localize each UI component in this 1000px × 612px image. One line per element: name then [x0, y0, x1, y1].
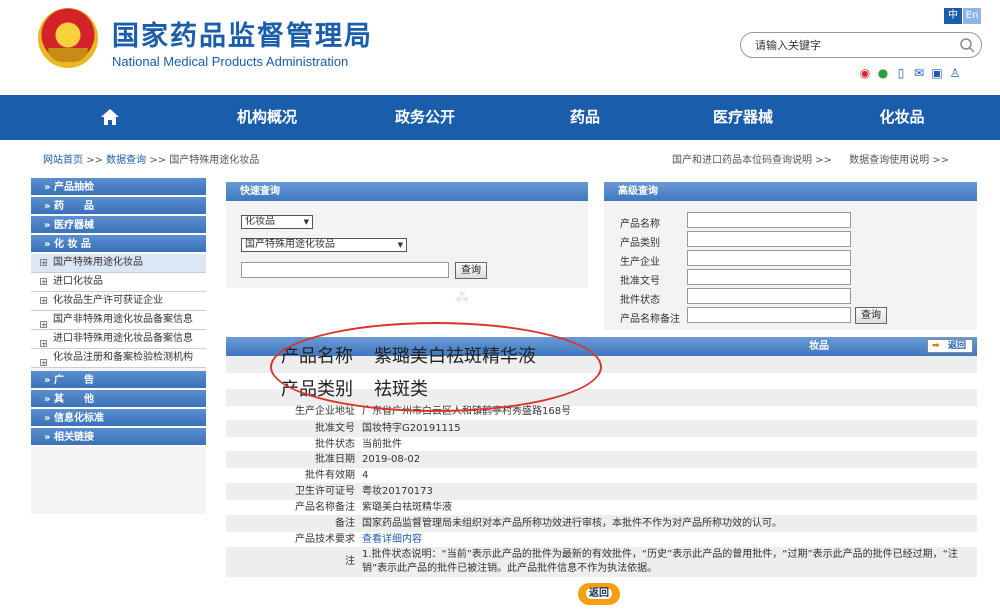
approval-number-input[interactable] [687, 269, 851, 285]
manufacturer-input[interactable] [687, 250, 851, 266]
wechat-icon[interactable]: ● [876, 66, 890, 80]
breadcrumb-current: 国产特殊用途化妆品 [169, 155, 260, 166]
search-input[interactable] [755, 37, 955, 53]
sidebar-item-sampling[interactable]: » 产品抽检 [31, 178, 206, 197]
sidebar-sub-domestic-nonspecial[interactable]: + 国产非特殊用途化妆品备案信息 [31, 311, 206, 330]
search-icon[interactable] [959, 37, 975, 53]
site-header: ★ 国家药品监督管理局 National Medical Products Ad… [0, 0, 1000, 95]
sidebar-sub-domestic-special[interactable]: + 国产特殊用途化妆品 [31, 254, 206, 273]
highlight-ellipse [270, 322, 602, 412]
dropdown-arrow-icon: ▼ [397, 241, 403, 249]
user-icon[interactable]: ♙ [948, 66, 962, 80]
sidebar-sub-imported-nonspecial[interactable]: + 进口非特殊用途化妆品备案信息 [31, 330, 206, 349]
advanced-search-button[interactable]: 查询 [855, 307, 887, 324]
detail-row: 批件有效期 4 [305, 470, 369, 481]
dropdown-arrow-icon: ▼ [303, 218, 309, 226]
sidebar-sub-license[interactable]: + 化妆品生产许可获证企业 [31, 292, 206, 311]
quick-search-title: 快速查询 [226, 182, 588, 201]
label-product-category: 产品类别 [620, 238, 660, 249]
sidebar-item-links[interactable]: » 相关链接 [31, 428, 206, 447]
data-query-help-link[interactable]: 数据查询使用说明 >> [849, 155, 949, 166]
advanced-search-title: 高级查询 [604, 182, 977, 201]
expand-icon: + [40, 321, 47, 329]
main-nav: 机构概况 政务公开 药品 医疗器械 化妆品 [0, 95, 1000, 140]
sidebar-item-drugs[interactable]: » 药 品 [31, 197, 206, 216]
product-name-input[interactable] [687, 212, 851, 228]
arrow-right-icon: ➡ [932, 341, 940, 351]
sidebar: » 产品抽检 » 药 品 » 医疗器械 » 化 妆 品 + 国产特殊用途化妆品 +… [31, 178, 206, 514]
sidebar-item-cosmetics[interactable]: » 化 妆 品 [31, 235, 206, 254]
mobile-icon[interactable]: ▯ [894, 66, 908, 80]
breadcrumb-home[interactable]: 网站首页 [43, 155, 83, 166]
social-links: ◉ ● ▯ ✉ ▣ ♙ [858, 66, 962, 80]
home-icon[interactable] [96, 95, 124, 140]
label-manufacturer: 生产企业 [620, 257, 660, 268]
message-icon[interactable]: ▣ [930, 66, 944, 80]
subcategory-select[interactable]: 国产特殊用途化妆品 ▼ [241, 238, 407, 252]
code-query-help-link[interactable]: 国产和进口药品本位码查询说明 >> [672, 155, 832, 166]
return-button[interactable]: 返回 [578, 583, 620, 605]
sidebar-item-standards[interactable]: » 信息化标准 [31, 409, 206, 428]
label-product-name: 产品名称 [620, 219, 660, 230]
detail-row: 产品技术要求 查看详细内容 [226, 531, 977, 548]
sidebar-sub-imported[interactable]: + 进口化妆品 [31, 273, 206, 292]
category-select[interactable]: 化妆品 ▼ [241, 215, 313, 229]
label-approval-number: 批准文号 [620, 276, 660, 287]
quick-search-button[interactable]: 查询 [455, 262, 487, 279]
detail-row: 卫生许可证号 粤妆20170173 [226, 483, 977, 500]
product-name-note-input[interactable] [687, 307, 851, 323]
mail-icon[interactable]: ✉ [912, 66, 926, 80]
search-box [740, 32, 982, 58]
quick-search-panel: 快速查询 化妆品 ▼ 国产特殊用途化妆品 ▼ 查询 [226, 182, 588, 288]
weibo-icon[interactable]: ◉ [858, 66, 872, 80]
site-title[interactable]: 国家药品监督管理局 [112, 14, 373, 53]
sidebar-sub-testing[interactable]: + 化妆品注册和备案检验检测机构 [31, 349, 206, 368]
technical-requirements-link[interactable]: 查看详细内容 [362, 531, 422, 548]
lang-zh-button[interactable]: 中 [944, 8, 962, 24]
breadcrumb: 网站首页 >> 数据查询 >> 国产特殊用途化妆品 [43, 155, 260, 166]
back-button[interactable]: ➡ 返回 [927, 339, 973, 353]
site-title-english[interactable]: National Medical Products Administration [112, 54, 348, 69]
detail-row: 生产企业地址 广东省广州市白云区人和镇鹤亭村秀盛路168号 [295, 406, 572, 417]
nav-item-cosmetics[interactable]: 化妆品 [862, 95, 942, 140]
detail-row: 产品名称备注 紫璐美白祛斑精华液 [295, 502, 452, 513]
watermark-logo: ⁂ [455, 290, 469, 306]
nav-item-government[interactable]: 政务公开 [380, 95, 470, 140]
help-links: 国产和进口药品本位码查询说明 >> 数据查询使用说明 >> [672, 151, 963, 166]
nav-item-devices[interactable]: 医疗器械 [698, 95, 788, 140]
national-emblem-icon: ★ [38, 8, 98, 68]
expand-icon: + [40, 278, 47, 286]
sidebar-item-ads[interactable]: » 广 告 [31, 371, 206, 390]
label-approval-status: 批件状态 [620, 295, 660, 306]
expand-icon: + [40, 297, 47, 305]
sidebar-item-devices[interactable]: » 医疗器械 [31, 216, 206, 235]
detail-row: 批准文号 国妆特字G20191115 [226, 420, 977, 437]
advanced-search-panel: 高级查询 产品名称 产品类别 生产企业 批准文号 批件状态 产品名称备注 查询 [604, 182, 977, 330]
nav-item-about[interactable]: 机构概况 [222, 95, 312, 140]
nav-item-drugs[interactable]: 药品 [545, 95, 625, 140]
language-switch: 中 En [944, 8, 981, 24]
detail-row: 备注 国家药品监督管理局未组织对本产品所称功效进行审核，本批件不作为对产品所称功效… [226, 515, 977, 532]
detail-row: 批准日期 2019-08-02 [226, 451, 977, 468]
quick-search-input[interactable] [241, 262, 449, 278]
expand-icon: + [40, 259, 47, 267]
expand-icon: + [40, 340, 47, 348]
sidebar-item-other[interactable]: » 其 他 [31, 390, 206, 409]
lang-en-button[interactable]: En [963, 8, 981, 24]
breadcrumb-query[interactable]: 数据查询 [106, 155, 146, 166]
expand-icon: + [40, 359, 47, 367]
approval-status-input[interactable] [687, 288, 851, 304]
product-category-input[interactable] [687, 231, 851, 247]
label-product-name-note: 产品名称备注 [620, 314, 680, 325]
detail-note: 注 1.批件状态说明：“当前”表示此产品的批件为最新的有效批件，“历史”表示此产… [226, 547, 977, 577]
